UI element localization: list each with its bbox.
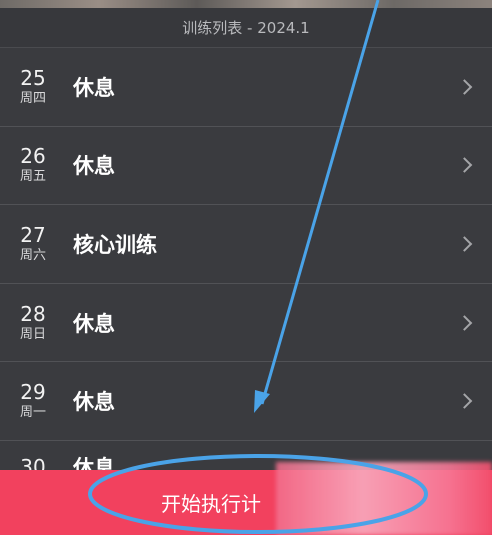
- training-title: 休息: [73, 75, 115, 100]
- chevron-right-icon: [456, 314, 473, 331]
- weekday-label: 周四: [19, 90, 46, 106]
- chevron-right-icon: [456, 157, 473, 174]
- date-block: 29 周一: [0, 362, 66, 440]
- chevron-right-icon: [456, 393, 473, 409]
- page-title: 训练列表 - 2024.1: [182, 19, 310, 37]
- date-block: 28 周日: [0, 284, 66, 362]
- weekday-label: 周五: [19, 169, 46, 185]
- list-header: 训练列表 - 2024.1: [0, 8, 492, 47]
- training-list: 25 周四 休息 26 周五 休息 27 周六 核心训练 28 周日 休息 29…: [0, 47, 492, 480]
- list-item-day-27[interactable]: 27 周六 核心训练: [0, 204, 492, 283]
- header-background-photo: [0, 0, 492, 8]
- list-item-day-29[interactable]: 29 周一 休息: [0, 361, 492, 440]
- weekday-label: 周六: [19, 247, 46, 263]
- blurred-overlay: [276, 462, 492, 535]
- day-number: 25: [20, 65, 46, 90]
- date-block: 26 周五: [0, 127, 66, 205]
- chevron-right-icon: [456, 236, 473, 252]
- date-block: 25 周四: [0, 48, 66, 126]
- training-title: 休息: [73, 154, 115, 179]
- weekday-label: 周日: [19, 326, 46, 342]
- day-number: 29: [20, 380, 46, 405]
- day-number: 27: [20, 222, 46, 247]
- training-title: 核心训练: [73, 232, 157, 257]
- list-item-day-26[interactable]: 26 周五 休息: [0, 125, 492, 205]
- weekday-label: 周一: [19, 405, 46, 421]
- day-number: 28: [20, 301, 46, 326]
- chevron-right-icon: [456, 79, 473, 95]
- list-item-day-25[interactable]: 25 周四 休息: [0, 47, 492, 126]
- training-title: 休息: [73, 390, 115, 415]
- start-plan-label: 开始执行计: [161, 492, 261, 516]
- training-title: 休息: [73, 311, 115, 336]
- day-number: 26: [20, 144, 46, 169]
- list-item-day-28[interactable]: 28 周日 休息: [0, 282, 492, 362]
- date-block: 27 周六: [0, 205, 66, 283]
